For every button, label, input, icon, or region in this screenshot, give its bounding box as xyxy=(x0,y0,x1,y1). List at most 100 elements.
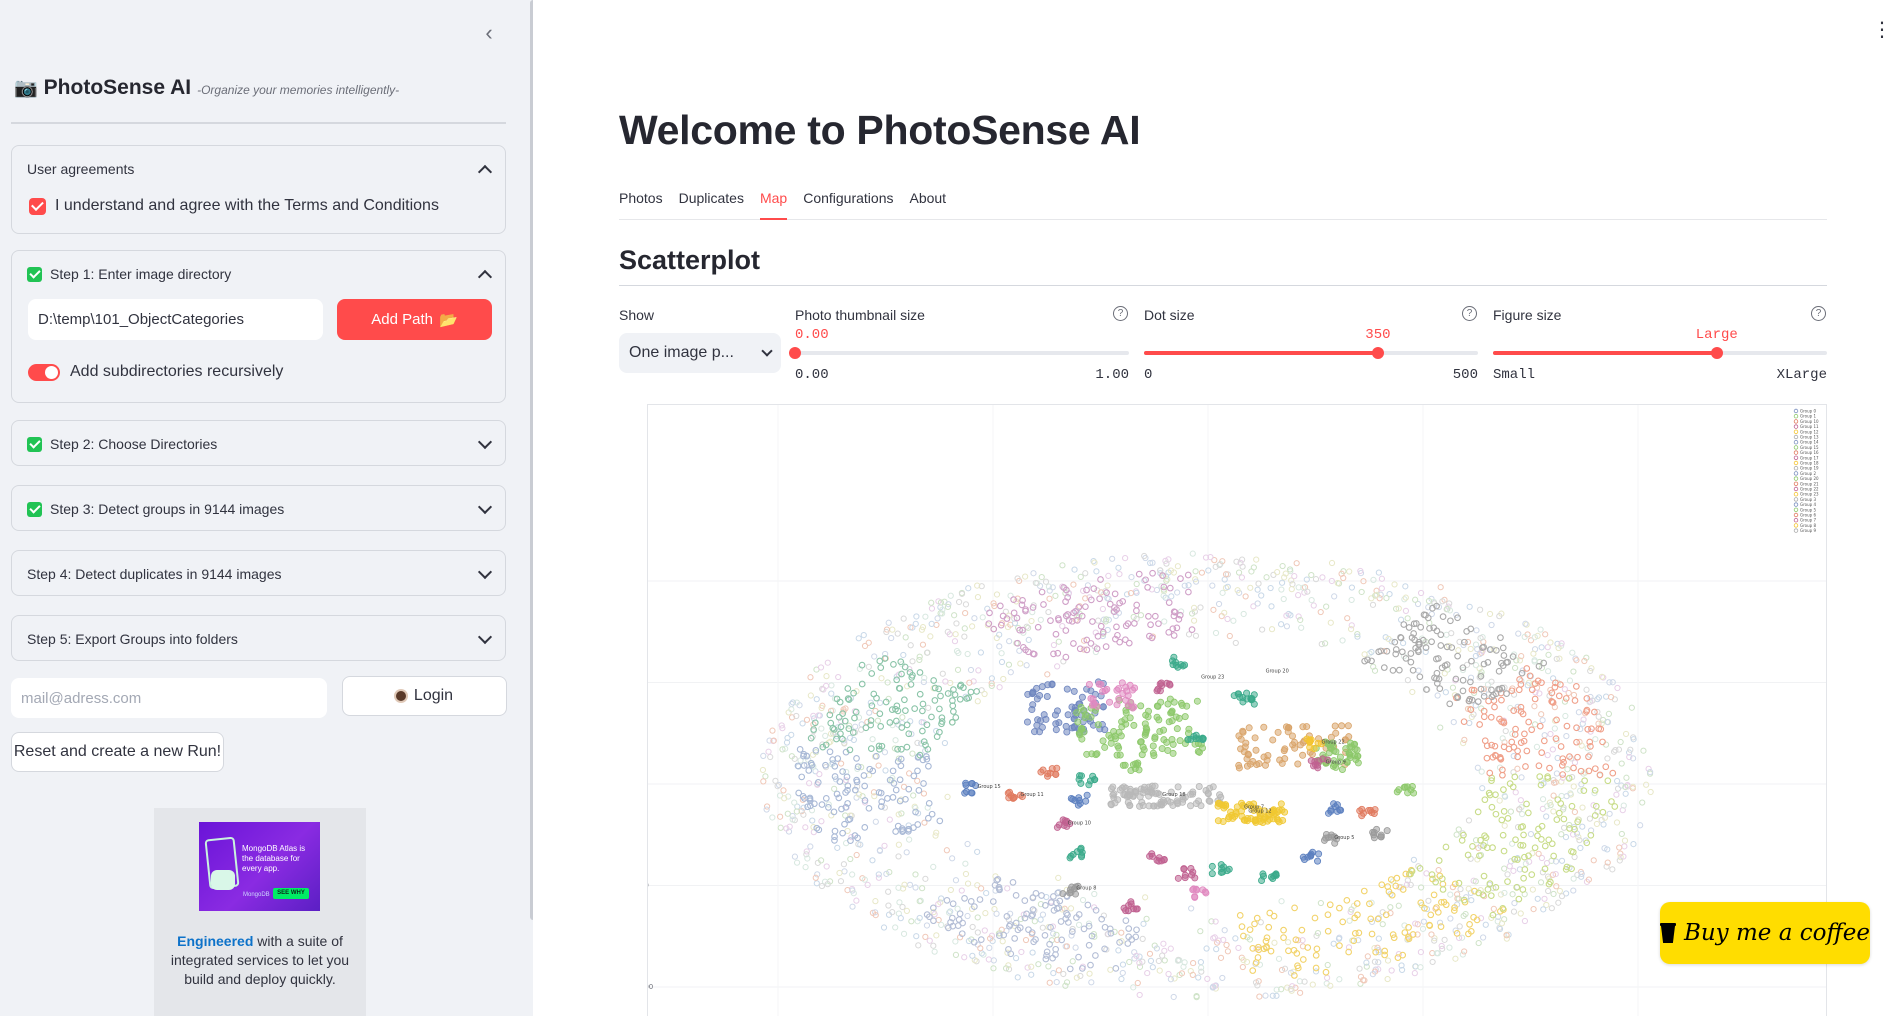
data-point xyxy=(1149,742,1157,750)
data-point xyxy=(1621,837,1629,844)
legend-marker xyxy=(1793,434,1799,440)
data-point xyxy=(993,591,1001,598)
data-point xyxy=(1133,607,1140,615)
help-icon[interactable]: ? xyxy=(1811,306,1826,321)
data-point xyxy=(1129,704,1137,712)
data-point xyxy=(1254,600,1261,607)
image-directory-input[interactable] xyxy=(28,299,323,340)
show-select[interactable]: One image p... xyxy=(619,333,781,373)
tab-map[interactable]: Map xyxy=(759,186,788,220)
data-point xyxy=(818,725,825,732)
data-point xyxy=(1570,783,1577,790)
tab-duplicates[interactable]: Duplicates xyxy=(679,186,744,220)
scatterplot-canvas[interactable]: 100500−50−100y-axisGroup 7Group 18Group … xyxy=(648,405,1827,1016)
data-point xyxy=(1078,724,1086,732)
step1-header[interactable]: Step 1: Enter image directory xyxy=(27,251,493,297)
sponsor-highlight[interactable]: Engineered xyxy=(177,933,253,949)
data-point xyxy=(1630,841,1637,848)
data-point xyxy=(1142,576,1149,584)
add-path-button[interactable]: Add Path 📂 xyxy=(337,299,492,340)
data-point xyxy=(1327,806,1335,814)
data-point xyxy=(1007,669,1014,676)
data-point xyxy=(1522,763,1529,770)
help-icon[interactable]: ? xyxy=(1462,306,1477,321)
data-point xyxy=(1545,887,1552,895)
data-point xyxy=(1259,870,1267,878)
help-icon[interactable]: ? xyxy=(1113,306,1128,321)
data-point xyxy=(1515,686,1523,694)
data-point xyxy=(1146,950,1154,957)
scatterplot[interactable]: 100500−50−100y-axisGroup 7Group 18Group … xyxy=(647,404,1827,1016)
reset-run-button[interactable]: Reset and create a new Run! xyxy=(11,732,224,772)
data-point xyxy=(1560,824,1568,831)
checkbox-checked-icon[interactable] xyxy=(29,197,46,215)
thumb-size-slider[interactable]: 0.00 0.00 1.00 xyxy=(789,327,1129,393)
data-point xyxy=(1409,688,1416,696)
data-point xyxy=(1280,595,1287,603)
recursive-toggle[interactable] xyxy=(28,363,60,381)
data-point xyxy=(1330,940,1337,947)
tab-configurations[interactable]: Configurations xyxy=(803,186,893,220)
data-point xyxy=(1383,827,1391,835)
data-point xyxy=(1168,707,1176,715)
slider-track[interactable] xyxy=(795,351,1129,355)
data-point xyxy=(1622,730,1630,738)
data-point xyxy=(905,785,913,793)
step2-header[interactable]: Step 2: Choose Directories xyxy=(27,421,493,467)
data-point xyxy=(867,745,875,752)
data-point xyxy=(1213,946,1220,953)
slider-thumb[interactable] xyxy=(789,347,801,359)
terms-checkbox[interactable]: I understand and agree with the Terms an… xyxy=(29,197,439,215)
buy-coffee-button[interactable]: Buy me a coffee xyxy=(1660,902,1870,964)
data-point xyxy=(1531,844,1539,852)
legend-marker xyxy=(1793,502,1799,507)
step2-expander[interactable]: Step 2: Choose Directories xyxy=(11,420,506,466)
data-point xyxy=(1059,890,1067,898)
step5-header[interactable]: Step 5: Export Groups into folders xyxy=(27,616,493,662)
vertical-dots-icon[interactable]: ⋮ xyxy=(1872,20,1892,40)
sidebar-scrollbar[interactable] xyxy=(530,0,533,920)
data-point xyxy=(1420,918,1427,925)
data-point xyxy=(1142,894,1149,901)
data-point xyxy=(1447,617,1454,625)
data-point xyxy=(1555,809,1563,817)
data-point xyxy=(1280,747,1288,755)
email-field[interactable] xyxy=(11,678,327,718)
login-button[interactable]: Login xyxy=(342,676,507,716)
data-point xyxy=(1115,685,1123,693)
tab-photos[interactable]: Photos xyxy=(619,186,663,220)
data-point xyxy=(881,804,888,811)
data-point xyxy=(1054,663,1061,670)
step3-header[interactable]: Step 3: Detect groups in 9144 images xyxy=(27,486,493,532)
data-point xyxy=(1331,839,1339,847)
legend-marker xyxy=(1793,460,1799,466)
recursive-toggle-row[interactable]: Add subdirectories recursively xyxy=(28,363,283,381)
data-point xyxy=(1208,870,1216,878)
data-point xyxy=(1446,700,1454,708)
tab-about[interactable]: About xyxy=(909,186,946,220)
data-point xyxy=(1025,926,1032,934)
data-point xyxy=(967,898,975,905)
sponsor-ad-image[interactable]: MongoDB Atlas is the database for every … xyxy=(199,822,320,911)
data-point xyxy=(1434,692,1441,699)
data-point xyxy=(1223,941,1230,949)
slider-thumb[interactable] xyxy=(1710,347,1723,359)
chevron-down-icon xyxy=(477,564,493,580)
step4-expander[interactable]: Step 4: Detect duplicates in 9144 images xyxy=(11,550,506,596)
figure-size-slider[interactable]: Large Small XLarge xyxy=(1493,327,1827,393)
agreements-header[interactable]: User agreements xyxy=(27,146,493,192)
step5-expander[interactable]: Step 5: Export Groups into folders xyxy=(11,615,506,661)
data-point xyxy=(1085,681,1093,689)
slider-thumb[interactable] xyxy=(1371,347,1384,359)
chevron-left-icon[interactable]: ‹ xyxy=(478,22,500,44)
dot-size-slider[interactable]: 350 0 500 xyxy=(1144,327,1478,393)
data-point xyxy=(1548,905,1555,912)
step3-expander[interactable]: Step 3: Detect groups in 9144 images xyxy=(11,485,506,531)
data-point xyxy=(967,666,975,674)
data-point xyxy=(1468,897,1475,904)
data-point xyxy=(1166,584,1174,592)
data-point xyxy=(1093,568,1100,575)
step4-header[interactable]: Step 4: Detect duplicates in 9144 images xyxy=(27,551,493,597)
data-point xyxy=(1352,756,1360,764)
data-point xyxy=(949,900,957,908)
